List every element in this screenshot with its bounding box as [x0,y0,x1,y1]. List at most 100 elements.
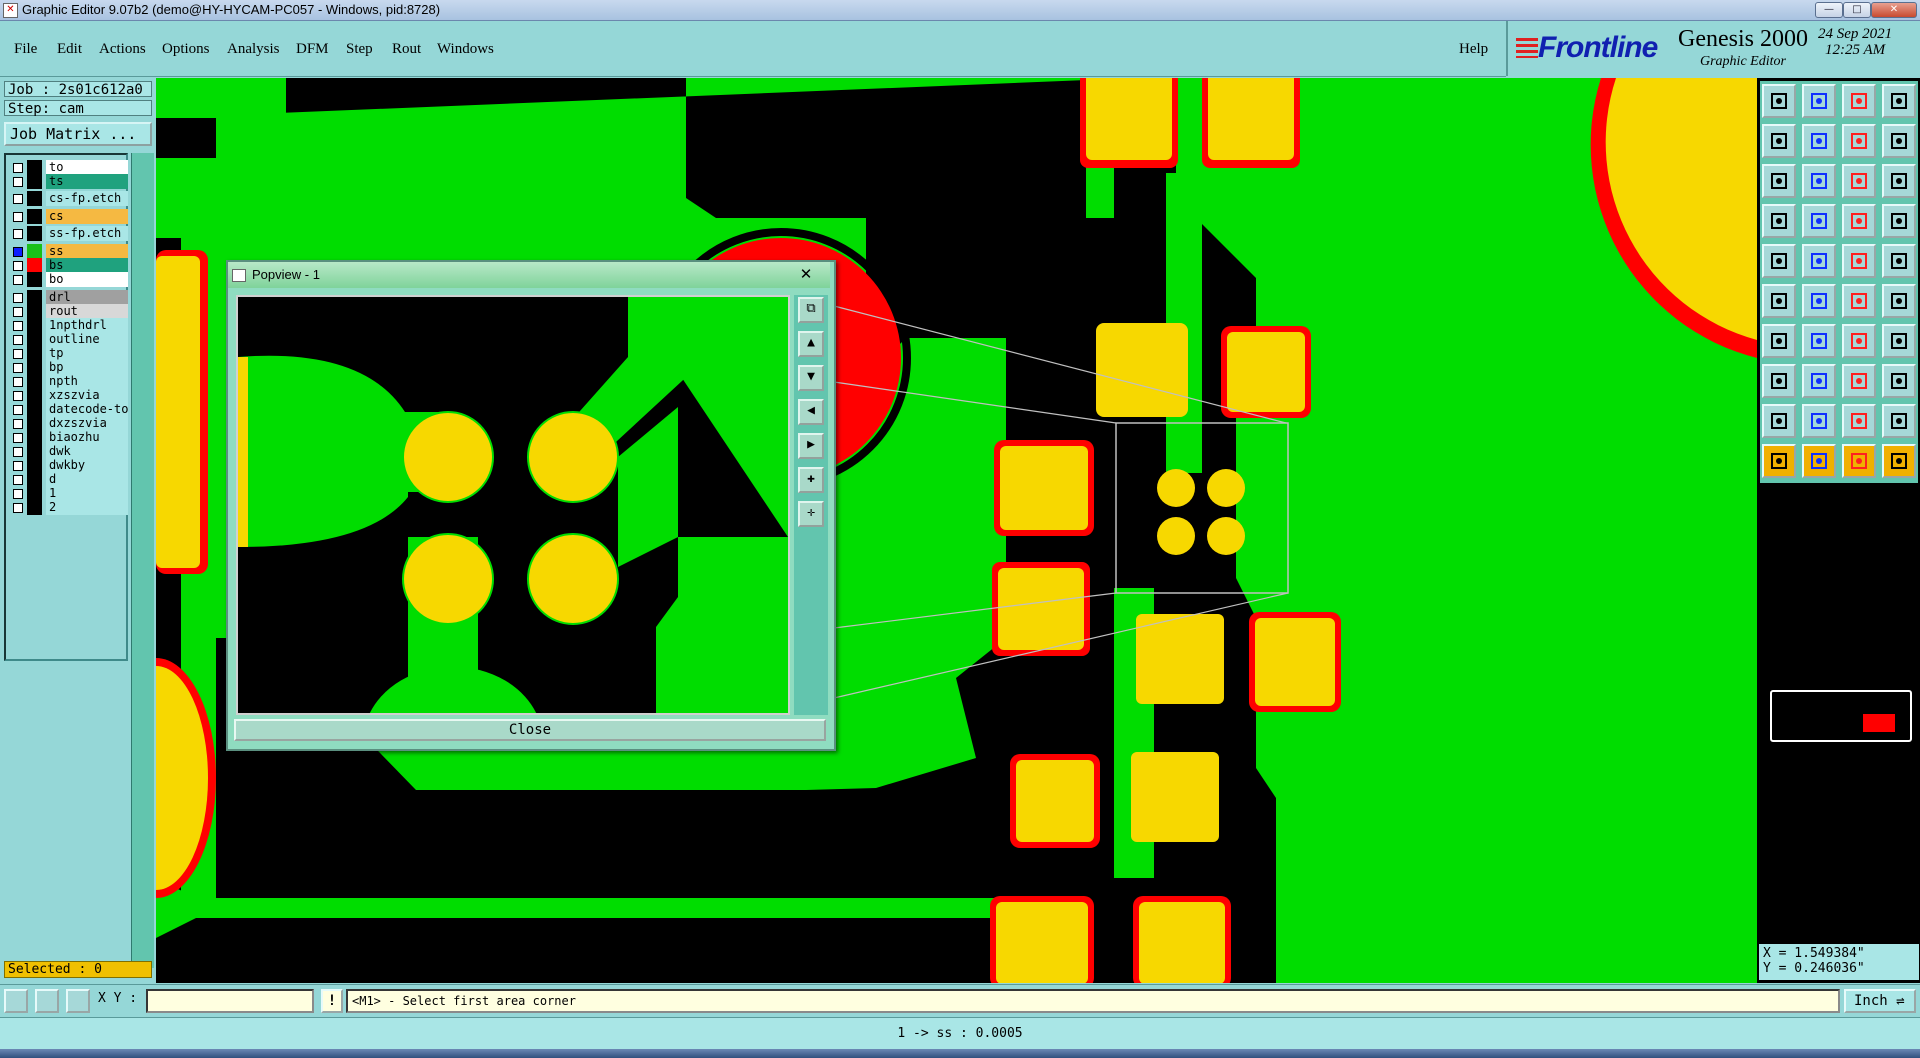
layer-name[interactable]: biaozhu [46,430,128,445]
help-query-icon[interactable] [1882,164,1916,198]
layer-row[interactable]: biaozhu [10,430,128,445]
layer-checkbox[interactable] [13,177,23,187]
layer-checkbox[interactable] [13,247,23,257]
popview-zoom-in-icon[interactable]: ✚ [798,467,824,493]
layer-name[interactable]: bs [46,258,128,273]
measure-pad-icon[interactable] [1762,364,1796,398]
layer-name[interactable]: 1 [46,486,128,501]
layer-color-swatch[interactable] [27,258,42,273]
popview-pan-down-icon[interactable]: ▼ [798,365,824,391]
layer-checkbox[interactable] [13,377,23,387]
layer-color-swatch[interactable] [27,290,42,305]
layer-name[interactable]: dwkby [46,458,128,473]
menu-edit[interactable]: Edit [57,41,82,58]
menu-dfm[interactable]: DFM [296,41,329,58]
layer-checkbox[interactable] [13,293,23,303]
layer-row[interactable]: npth [10,374,128,389]
layer-checkbox[interactable] [13,489,23,499]
split-view-icon[interactable] [1882,84,1916,118]
popview-close-x-button[interactable]: ✕ [796,266,816,283]
popview-pan-right-icon[interactable]: ▶ [798,433,824,459]
layer-checkbox[interactable] [13,363,23,373]
layer-color-swatch[interactable] [27,244,42,259]
layer-row[interactable]: tp [10,346,128,361]
select-net-icon[interactable] [1882,444,1916,478]
add-line-icon[interactable] [1762,324,1796,358]
layer-color-swatch[interactable] [27,346,42,361]
fill-circle-icon[interactable] [1882,244,1916,278]
layer-color-swatch[interactable] [27,332,42,347]
text-c-icon[interactable] [1842,404,1876,438]
redo-loop-icon[interactable] [1882,124,1916,158]
layer-color-swatch[interactable] [27,388,42,403]
undo-loop-icon[interactable] [1842,124,1876,158]
layer-name[interactable]: 1npthdrl [46,318,128,333]
layer-row[interactable]: bo [10,272,128,287]
overview-map[interactable] [1770,690,1912,742]
text-b-icon[interactable] [1802,404,1836,438]
layer-color-swatch[interactable] [27,160,42,175]
layer-name[interactable]: cs-fp.etch [46,191,128,206]
layer-row[interactable]: ss-fp.etch [10,226,128,241]
layer-row[interactable]: 2 [10,500,128,515]
layer-checkbox[interactable] [13,229,23,239]
layer-color-swatch[interactable] [27,430,42,445]
ruler-icon[interactable] [1842,244,1876,278]
helicopter-icon[interactable] [1762,204,1796,238]
snap-mode-icon[interactable] [4,989,28,1013]
snap-pad-icon[interactable] [1762,244,1796,278]
layer-checkbox[interactable] [13,275,23,285]
layer-down-icon[interactable] [1802,84,1836,118]
delete-node-icon[interactable] [1802,284,1836,318]
menu-help[interactable]: Help [1459,41,1488,58]
layer-row[interactable]: 1 [10,486,128,501]
grid-toggle-icon[interactable] [1802,204,1836,238]
layer-row[interactable]: d [10,472,128,487]
menu-rout[interactable]: Rout [392,41,421,58]
layer-color-swatch[interactable] [27,374,42,389]
menu-analysis[interactable]: Analysis [227,41,280,58]
menu-file[interactable]: File [14,41,37,58]
layer-checkbox[interactable] [13,461,23,471]
popview-zoom-view[interactable] [236,295,790,715]
select-pick-icon[interactable] [1802,444,1836,478]
layer-row[interactable]: to [10,160,128,175]
layer-color-swatch[interactable] [27,500,42,515]
connect-node-icon[interactable] [1842,284,1876,318]
menu-actions[interactable]: Actions [99,41,146,58]
layer-row[interactable]: 1npthdrl [10,318,128,333]
layer-name[interactable]: drl [46,290,128,305]
layer-checkbox[interactable] [13,475,23,485]
job-matrix-button[interactable]: Job Matrix ... [4,122,152,146]
layer-row[interactable]: drl [10,290,128,305]
layer-name[interactable]: dwk [46,444,128,459]
popview-close-button[interactable]: Close [234,719,826,741]
layer-name[interactable]: d [46,472,128,487]
layer-color-swatch[interactable] [27,272,42,287]
layer-name[interactable]: to [46,160,128,175]
layer-name[interactable]: ss [46,244,128,259]
layer-name[interactable]: tp [46,346,128,361]
layer-checkbox[interactable] [13,405,23,415]
layer-color-swatch[interactable] [27,416,42,431]
home-icon[interactable] [1842,84,1876,118]
display-options-icon[interactable] [1882,204,1916,238]
layer-checkbox[interactable] [13,419,23,429]
layer-color-swatch[interactable] [27,486,42,501]
layer-name[interactable]: xzszvia [46,388,128,403]
layer-list-scrollbar[interactable] [131,153,154,968]
layer-checkbox[interactable] [13,321,23,331]
popview-zoom-fit-icon[interactable]: ⧉ [798,297,824,323]
layer-color-swatch[interactable] [27,402,42,417]
layer-color-swatch[interactable] [27,226,42,241]
layer-name[interactable]: cs [46,209,128,224]
units-selector[interactable]: Inch ⇌ [1844,989,1916,1013]
layer-row[interactable]: dxzszvia [10,416,128,431]
layer-color-swatch[interactable] [27,458,42,473]
layer-row[interactable]: dwkby [10,458,128,473]
layer-color-swatch[interactable] [27,360,42,375]
layer-checkbox[interactable] [13,307,23,317]
popview-title-bar[interactable]: Popview - 1 ✕ [228,262,830,288]
layer-name[interactable]: rout [46,304,128,319]
select-area-icon[interactable] [1842,444,1876,478]
